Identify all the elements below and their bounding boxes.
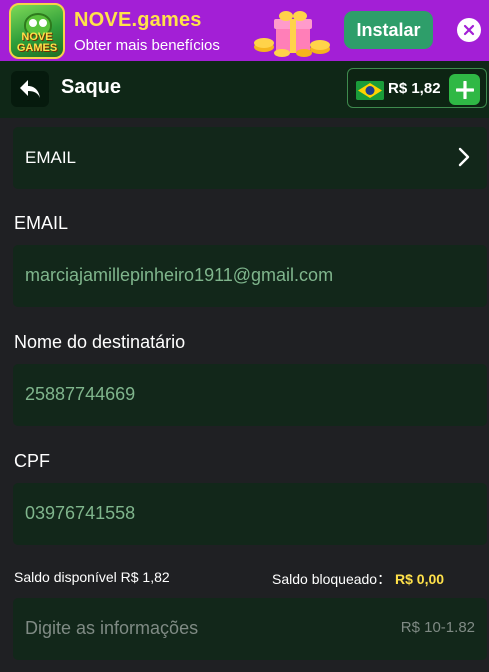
- recipient-field[interactable]: 25887744669: [13, 364, 487, 426]
- blocked-balance-value: R$ 0,00: [395, 571, 445, 587]
- withdraw-method-value: EMAIL: [25, 148, 77, 167]
- logo-text: NOVE GAMES: [16, 31, 58, 54]
- blocked-balance: Saldo bloqueado： R$ 0,00: [272, 569, 444, 589]
- amount-placeholder: Digite as informações: [25, 618, 199, 638]
- gift-coins-icon: [254, 11, 330, 57]
- install-button[interactable]: Instalar: [344, 11, 433, 49]
- recipient-value: 25887744669: [25, 384, 136, 404]
- available-balance: Saldo disponível R$ 1,82: [14, 569, 170, 585]
- page-header: Saque R$ 1,82: [0, 61, 489, 118]
- email-label: EMAIL: [14, 213, 69, 233]
- cpf-label: CPF: [14, 451, 50, 471]
- amount-range: R$ 10-1.82: [400, 619, 475, 636]
- email-field[interactable]: marciajamillepinheiro1911@gmail.com: [13, 245, 487, 307]
- install-banner: NOVE GAMES NOVE.games Obter mais benefíc…: [0, 0, 489, 61]
- amount-field[interactable]: Digite as informações R$ 10-1.82: [13, 598, 487, 660]
- close-icon: [463, 24, 475, 36]
- blocked-balance-label: Saldo bloqueado：: [272, 571, 392, 587]
- withdraw-method-select[interactable]: EMAIL: [13, 127, 487, 189]
- plus-icon: [455, 80, 474, 99]
- balance-amount: R$ 1,82: [388, 80, 441, 97]
- banner-subtitle: Obter mais benefícios: [74, 37, 220, 54]
- back-button[interactable]: [11, 71, 49, 107]
- page-title: Saque: [61, 76, 122, 98]
- deposit-button[interactable]: [449, 74, 480, 105]
- recipient-label: Nome do destinatário: [14, 332, 186, 352]
- banner-title: NOVE.games: [74, 9, 202, 31]
- balance-widget[interactable]: R$ 1,82: [347, 68, 487, 108]
- email-value: marciajamillepinheiro1911@gmail.com: [25, 265, 334, 285]
- app-logo-icon: NOVE GAMES: [9, 3, 65, 59]
- withdraw-form: EMAIL EMAIL marciajamillepinheiro1911@gm…: [0, 118, 489, 672]
- cpf-field[interactable]: 03976741558: [13, 483, 487, 545]
- chevron-right-icon: [458, 147, 470, 167]
- close-banner-button[interactable]: [457, 18, 481, 42]
- brazil-flag-icon: [356, 81, 384, 100]
- cpf-value: 03976741558: [25, 503, 136, 523]
- back-arrow-icon: [20, 80, 40, 98]
